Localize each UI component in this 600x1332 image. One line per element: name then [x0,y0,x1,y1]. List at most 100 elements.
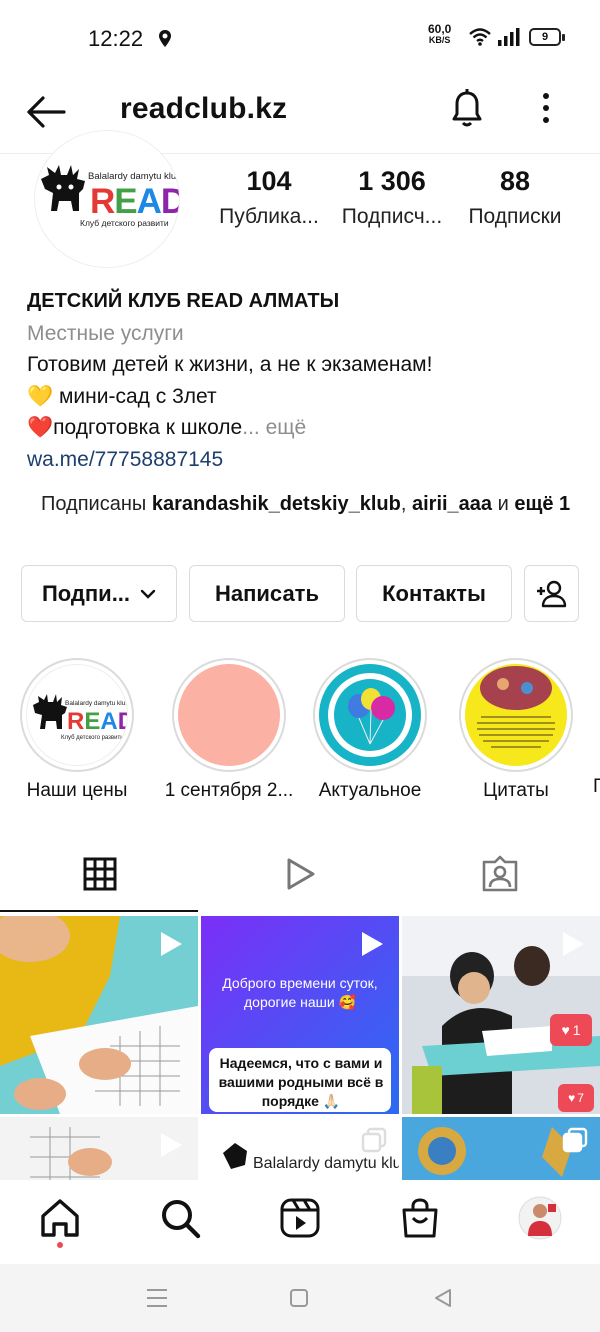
stat-following-value: 88 [499,166,531,196]
posts-grid: Доброго времени суток, дорогие наши 🥰 На… [0,914,600,1180]
nav-search[interactable] [158,1196,202,1240]
tab-tagged[interactable] [400,838,600,910]
svg-text:Balalardy damytu kluby: Balalardy damytu kluby [65,700,128,707]
reel-play-icon [563,932,584,956]
follow-dropdown-button[interactable]: Подпи... [21,565,177,622]
stat-posts[interactable]: 104 Публика... [205,163,333,235]
status-time: 12:22 [88,26,144,51]
system-navigation-bar [0,1264,600,1332]
followed-more: ещё 1 [514,493,571,515]
bell-icon[interactable] [446,86,488,130]
balloons-icon [328,673,412,757]
contacts-button[interactable]: Контакты [356,565,512,622]
highlight-label: Наши цены [26,780,128,801]
message-button-label: Написать [215,580,319,606]
highlight-ring [172,658,286,772]
notification-dot [57,1242,63,1248]
profile-username: readclub.kz [120,92,288,125]
highlight-ring: Balalardy damytu kluby READ Клуб детског… [20,658,134,772]
bottom-navigation [0,1180,600,1264]
message-button[interactable]: Написать [189,565,345,622]
bio-line-2: 💛 мини-сад с 3лет [27,384,217,408]
post-tile[interactable] [0,916,198,1114]
suggested-users-button[interactable] [524,565,579,622]
add-user-icon [536,580,566,607]
highlight-next-partial: Г [593,776,600,797]
tab-grid[interactable] [0,838,200,910]
carousel-icon [562,1127,588,1153]
followed-prefix: Подписаны [41,493,152,515]
battery-icon: 9 [529,28,565,46]
carousel-icon [361,1127,387,1153]
stat-posts-label: Публика... [219,205,319,228]
menu-icon[interactable] [146,1288,168,1308]
speed-unit: KB/S [428,35,451,45]
profile-bio: ДЕТСКИЙ КЛУБ READ АЛМАТЫ Местные услуги … [27,286,587,475]
highlight-prices[interactable]: Balalardy damytu kluby READ Клуб детског… [17,658,137,802]
followed-by[interactable]: Подписаны karandashik_detskiy_klub, airi… [41,490,571,518]
highlight-ring [313,658,427,772]
more-options-icon[interactable] [534,90,558,130]
tagged-person-icon [482,855,518,892]
highlight-quotes[interactable]: Цитаты [456,658,576,802]
svg-text:Клуб детского развития: Клуб детского развития [61,735,127,741]
post-tile[interactable]: Доброго времени суток, дорогие наши 🥰 На… [201,916,399,1114]
post-brand-text: Balalardy damytu klu [253,1155,399,1172]
home-icon [41,1199,79,1237]
highlight-ring [459,658,573,772]
bio-link[interactable]: wa.me/77758887145 [27,444,587,476]
profile-category: Местные услуги [27,321,184,345]
followed-user-1: karandashik_detskiy_klub [151,493,401,515]
followed-separator: , [400,493,412,515]
highlight-september[interactable]: 1 сентября 2... [163,658,295,802]
moose-icon [41,165,85,211]
stat-following[interactable]: 88 Подписки [451,163,579,235]
post-tile[interactable]: ♥ 1 ♥ 7 [402,916,600,1114]
bio-line-3-wrap: ❤️подготовка к школе... ещё [27,412,587,444]
quotes-cover-image [477,666,555,748]
like-count: 7 [577,1091,584,1105]
profile-avatar[interactable]: Balalardy damytu kluby READ Клуб детског… [34,130,180,268]
bio-more-link[interactable]: ... ещё [242,416,306,439]
speed-value: 60,0 [428,22,452,36]
back-arrow-icon[interactable] [24,94,68,130]
post-tile[interactable] [402,1117,600,1180]
profile-avatar-icon [518,1196,562,1240]
search-icon [162,1200,201,1239]
post-caption-1: Доброго времени суток, дорогие наши 🥰 [222,975,378,1010]
back-triangle-icon[interactable] [432,1287,454,1309]
followed-and: и [492,493,515,515]
follow-button-label: Подпи... [41,580,131,606]
reel-play-icon [161,1133,182,1157]
highlight-actual[interactable]: Актуальное [310,658,430,802]
status-bar: 12:22 60,0 KB/S 9 [0,0,600,78]
stat-followers-value: 1 306 [358,166,426,196]
nav-profile[interactable] [518,1196,562,1240]
contacts-button-label: Контакты [382,580,486,606]
nav-home[interactable] [38,1196,82,1248]
svg-text:Balalardy damytu kluby: Balalardy damytu kluby [88,171,180,182]
grid-icon [83,857,117,891]
read-logo-small: Balalardy damytu kluby READ Клуб детског… [33,694,128,741]
like-count-badge: ♥ 7 [558,1084,594,1112]
like-count-badge: ♥ 1 [550,1014,592,1046]
highlight-label: 1 сентября 2... [164,780,294,801]
followed-user-2: airii_aaa [411,493,493,515]
profile-tabs [0,838,600,914]
post-tile[interactable] [0,1117,198,1180]
bio-line-1: Готовим детей к жизни, а не к экзаменам! [27,353,433,376]
tab-reels[interactable] [200,838,400,910]
highlight-cover [178,664,280,766]
heart-icon: ♥ [568,1091,576,1105]
svg-text:READ: READ [67,708,128,735]
wifi-icon [469,28,491,46]
location-icon [159,30,171,47]
nav-shop[interactable] [398,1196,442,1240]
active-tab-indicator [0,910,198,912]
svg-text:Клуб детского развити: Клуб детского развити [80,218,169,228]
post-tile[interactable]: Balalardy damytu klu [201,1117,399,1180]
stat-followers[interactable]: 1 306 Подписч... [328,163,456,235]
nav-reels[interactable] [278,1196,322,1240]
home-square-icon[interactable] [289,1288,309,1308]
reel-play-icon [161,932,182,956]
